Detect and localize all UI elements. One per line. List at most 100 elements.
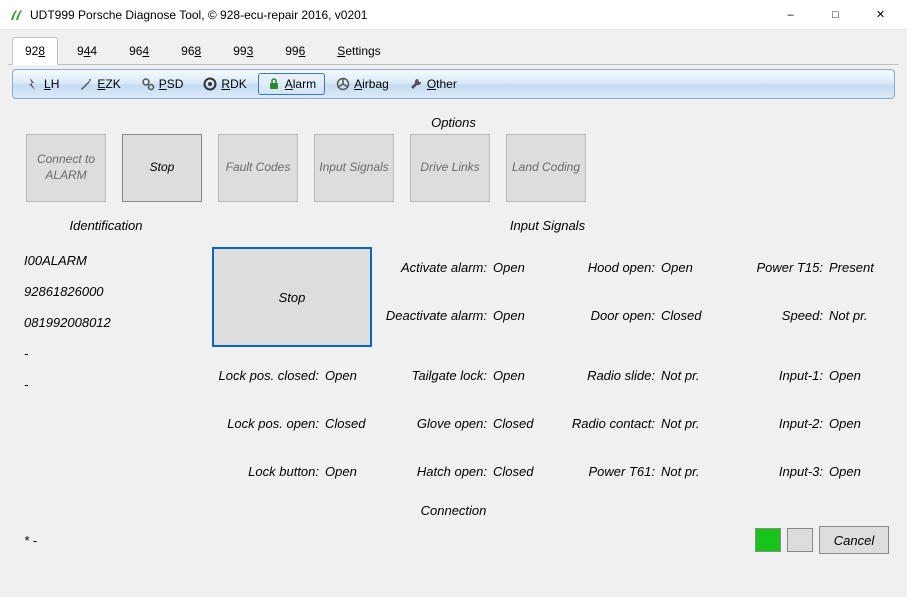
tire-icon bbox=[203, 77, 217, 91]
model-tab-content: LHEZKPSDRDKAlarmAirbagOther Options Conn… bbox=[8, 64, 899, 558]
window-title: UDT999 Porsche Diagnose Tool, © 928-ecu-… bbox=[30, 8, 768, 22]
signal-label: Glove open: bbox=[383, 416, 493, 431]
minimize-button[interactable]: – bbox=[768, 1, 813, 29]
signal-label: Radio slide: bbox=[551, 368, 661, 383]
signal-label: Speed: bbox=[719, 308, 829, 323]
connection-led-green bbox=[755, 528, 781, 552]
identification-title: Identification bbox=[16, 218, 196, 233]
signal-label: Lock pos. closed: bbox=[208, 368, 325, 383]
signal-value: Open bbox=[493, 368, 551, 383]
signal-label: Door open: bbox=[551, 308, 661, 323]
signal-label: Lock button: bbox=[208, 464, 325, 479]
tool-ezk[interactable]: EZK bbox=[70, 73, 129, 95]
signal-value: Present bbox=[829, 260, 887, 275]
maximize-button[interactable]: □ bbox=[813, 1, 858, 29]
signal-cell: Deactivate alarm:Open bbox=[383, 291, 551, 339]
wheel-icon bbox=[336, 77, 350, 91]
stop-cell: Stop bbox=[208, 243, 383, 351]
identification-line: I00ALARM bbox=[22, 245, 190, 276]
signal-value: Open bbox=[493, 260, 551, 275]
signal-label: Power T15: bbox=[719, 260, 829, 275]
tool-rdk[interactable]: RDK bbox=[194, 73, 255, 95]
signal-label: Hood open: bbox=[551, 260, 661, 275]
signal-cell: Lock pos. closed:Open bbox=[208, 351, 383, 399]
signal-cell: Power T61:Not pr. bbox=[551, 447, 719, 495]
window-buttons: – □ ✕ bbox=[768, 1, 903, 29]
option-input-signals: Input Signals bbox=[314, 134, 394, 202]
spark-icon bbox=[26, 77, 40, 91]
wand-icon bbox=[79, 77, 93, 91]
signal-label: Hatch open: bbox=[383, 464, 493, 479]
signal-cell: Activate alarm:Open bbox=[383, 243, 551, 291]
input-signals-title: Input Signals bbox=[204, 218, 891, 233]
connection-status: * - bbox=[18, 533, 755, 548]
signal-label: Activate alarm: bbox=[383, 260, 493, 275]
connection-title: Connection bbox=[16, 503, 891, 518]
model-tab-944[interactable]: 944 bbox=[64, 37, 110, 65]
option-fault-codes: Fault Codes bbox=[218, 134, 298, 202]
signal-cell: Input-3:Open bbox=[719, 447, 887, 495]
signal-label: Lock pos. open: bbox=[208, 416, 325, 431]
tool-other[interactable]: Other bbox=[400, 73, 466, 95]
input-signals-grid: Stop Activate alarm:OpenHood open:OpenPo… bbox=[204, 239, 891, 499]
signal-cell: Lock pos. open:Closed bbox=[208, 399, 383, 447]
signal-label: Input-2: bbox=[719, 416, 829, 431]
tool-alarm[interactable]: Alarm bbox=[258, 73, 325, 95]
signal-label: Radio contact: bbox=[551, 416, 661, 431]
options-title: Options bbox=[26, 115, 881, 130]
signal-value: Closed bbox=[661, 308, 719, 323]
signal-value: Closed bbox=[493, 416, 551, 431]
signal-cell: Glove open:Closed bbox=[383, 399, 551, 447]
close-button[interactable]: ✕ bbox=[858, 1, 903, 29]
signal-cell: Hood open:Open bbox=[551, 243, 719, 291]
app-icon bbox=[8, 7, 24, 23]
lock-icon bbox=[267, 77, 281, 91]
identification-line: 081992008012 bbox=[22, 307, 190, 338]
model-tab-928[interactable]: 928 bbox=[12, 37, 58, 65]
identification-line: 92861826000 bbox=[22, 276, 190, 307]
signal-cell: Lock button:Open bbox=[208, 447, 383, 495]
signal-value: Not pr. bbox=[661, 416, 719, 431]
signal-cell: Power T15:Present bbox=[719, 243, 887, 291]
signal-value: Open bbox=[829, 368, 887, 383]
option-stop[interactable]: Stop bbox=[122, 134, 202, 202]
option-drive-links: Drive Links bbox=[410, 134, 490, 202]
tool-lh[interactable]: LH bbox=[17, 73, 68, 95]
tool-psd[interactable]: PSD bbox=[132, 73, 193, 95]
model-tabs: 928944964968993996Settings bbox=[0, 30, 907, 64]
signal-value: Closed bbox=[493, 464, 551, 479]
model-tab-968[interactable]: 968 bbox=[168, 37, 214, 65]
signal-label: Input-1: bbox=[719, 368, 829, 383]
signal-value: Not pr. bbox=[661, 464, 719, 479]
signal-label: Input-3: bbox=[719, 464, 829, 479]
model-tab-996[interactable]: 996 bbox=[272, 37, 318, 65]
option-connect-to-alarm: Connect to ALARM bbox=[26, 134, 106, 202]
signal-label: Deactivate alarm: bbox=[383, 308, 493, 323]
connection-led-gray bbox=[787, 528, 813, 552]
lower-area: Identification I00ALARM92861826000081992… bbox=[16, 218, 891, 499]
tool-airbag[interactable]: Airbag bbox=[327, 73, 398, 95]
signal-value: Open bbox=[829, 416, 887, 431]
signal-cell: Input-2:Open bbox=[719, 399, 887, 447]
identification-line: - bbox=[22, 369, 190, 400]
options-row: Connect to ALARMStopFault CodesInput Sig… bbox=[26, 134, 881, 202]
model-tab-settings[interactable]: Settings bbox=[324, 37, 393, 65]
model-tab-964[interactable]: 964 bbox=[116, 37, 162, 65]
signal-value: Not pr. bbox=[829, 308, 887, 323]
signal-cell: Tailgate lock:Open bbox=[383, 351, 551, 399]
signal-value: Open bbox=[325, 368, 383, 383]
identification-body: I00ALARM92861826000081992008012-- bbox=[16, 239, 196, 479]
signal-value: Open bbox=[493, 308, 551, 323]
connection-row: * - Cancel bbox=[16, 522, 891, 558]
model-tab-993[interactable]: 993 bbox=[220, 37, 266, 65]
option-land-coding: Land Coding bbox=[506, 134, 586, 202]
titlebar: UDT999 Porsche Diagnose Tool, © 928-ecu-… bbox=[0, 0, 907, 30]
options-panel: Options Connect to ALARMStopFault CodesI… bbox=[16, 105, 891, 212]
ecu-toolbar: LHEZKPSDRDKAlarmAirbagOther bbox=[12, 69, 895, 99]
signal-label: Tailgate lock: bbox=[383, 368, 493, 383]
cancel-button[interactable]: Cancel bbox=[819, 526, 889, 554]
connection-panel: Connection * - Cancel bbox=[16, 503, 891, 558]
stop-signals-button[interactable]: Stop bbox=[212, 247, 372, 347]
signal-cell: Radio contact:Not pr. bbox=[551, 399, 719, 447]
signal-value: Open bbox=[829, 464, 887, 479]
